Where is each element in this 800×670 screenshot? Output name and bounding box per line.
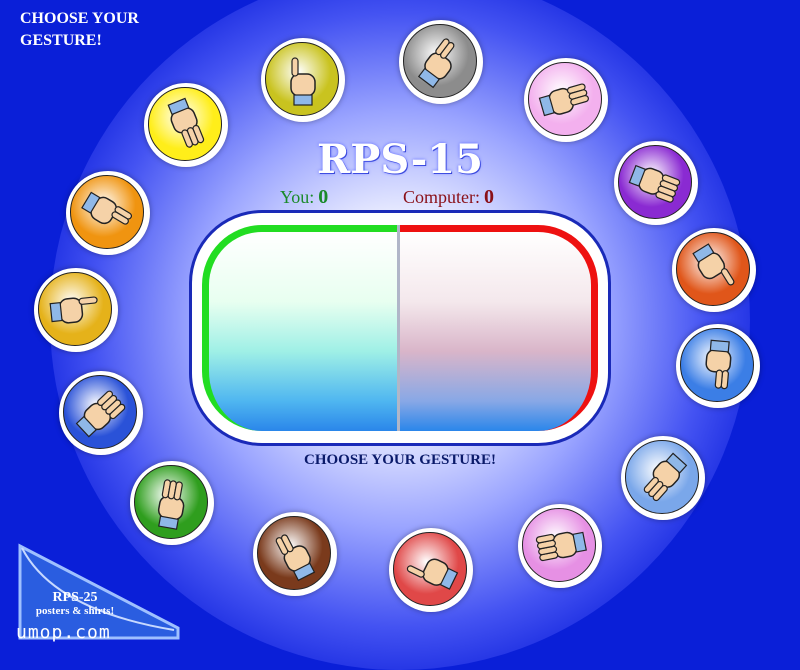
gesture-button-5[interactable]: [672, 228, 756, 312]
gesture-button-12[interactable]: [59, 371, 143, 455]
promo-line2: posters & shirts!: [35, 605, 115, 617]
gesture-button-6[interactable]: [676, 324, 760, 408]
walking-fingers-icon: [75, 390, 126, 438]
gesture-button-8[interactable]: [518, 504, 602, 588]
gesture-button-11[interactable]: [130, 461, 214, 545]
horns-icon: [628, 164, 681, 203]
peace-sign-icon: [81, 191, 133, 225]
pinky-thumb-icon: [538, 83, 589, 117]
fist-icon: [290, 57, 316, 106]
computer-panel: [400, 225, 598, 431]
corner-title: CHOOSE YOUR GESTURE!: [20, 10, 139, 49]
promo-link[interactable]: RPS-25 posters & shirts!: [20, 590, 130, 617]
gesture-button-2[interactable]: [399, 20, 483, 104]
player-panel: [202, 225, 398, 431]
gesture-button-13[interactable]: [34, 268, 118, 352]
you-label: You:: [280, 187, 315, 207]
open-hand-down-icon: [705, 339, 732, 390]
pointing-finger-icon: [417, 38, 455, 89]
site-link[interactable]: umop.com: [16, 622, 111, 643]
panel-divider: [397, 225, 400, 431]
result-display: [192, 213, 608, 443]
thumbs-down-icon: [157, 479, 185, 530]
gesture-button-9[interactable]: [389, 528, 473, 612]
flat-hand-icon: [535, 531, 587, 562]
pinch-hand-icon: [49, 296, 98, 324]
gesture-button-14[interactable]: [66, 171, 150, 255]
gesture-button-10[interactable]: [253, 512, 337, 596]
gesture-button-3[interactable]: [524, 58, 608, 142]
three-fingers-icon: [167, 97, 205, 148]
l-shape-hand-icon: [275, 534, 316, 582]
you-value: 0: [318, 186, 329, 208]
computer-score: Computer: 0: [403, 186, 494, 209]
you-score: You: 0: [280, 186, 328, 209]
computer-label: Computer:: [403, 187, 480, 207]
promo-line1: RPS-25: [52, 590, 98, 605]
flame-hand-icon: [692, 243, 735, 286]
computer-value: 0: [484, 186, 494, 208]
gesture-button-15[interactable]: [144, 83, 228, 167]
gesture-button-1[interactable]: [261, 38, 345, 122]
ok-hand-icon: [643, 452, 688, 502]
gesture-button-4[interactable]: [614, 141, 698, 225]
rock-fist-icon: [406, 558, 459, 590]
gesture-button-7[interactable]: [621, 436, 705, 520]
